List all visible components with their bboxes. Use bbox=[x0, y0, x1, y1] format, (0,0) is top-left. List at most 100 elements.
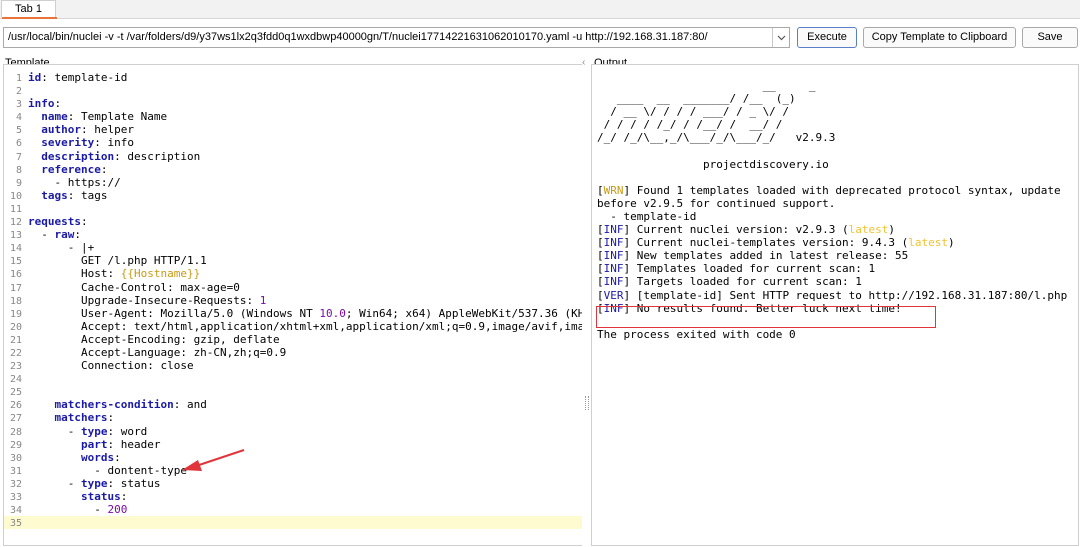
code-line[interactable]: 28 - type: word bbox=[4, 425, 582, 438]
command-input[interactable]: /usr/local/bin/nuclei -v -t /var/folders… bbox=[3, 27, 790, 48]
code-line[interactable]: 35 bbox=[4, 516, 582, 530]
code-token: reference bbox=[41, 162, 101, 176]
code-line[interactable]: 8 reference: bbox=[4, 163, 582, 176]
output-token: latest bbox=[848, 223, 889, 237]
code-line[interactable]: 19 User-Agent: Mozilla/5.0 (Windows NT 1… bbox=[4, 307, 582, 320]
code-line[interactable]: 18 Upgrade-Insecure-Requests: 1 bbox=[4, 294, 582, 307]
code-line[interactable]: 11 bbox=[4, 202, 582, 215]
code-line[interactable]: 23 Connection: close bbox=[4, 359, 582, 372]
code-line[interactable]: 21 Accept-Encoding: gzip, deflate bbox=[4, 333, 582, 346]
code-line[interactable]: 17 Cache-Control: max-age=0 bbox=[4, 281, 582, 294]
code-line[interactable]: 16 Host: {{Hostname}} bbox=[4, 267, 582, 280]
code-line[interactable]: 12 requests: bbox=[4, 215, 582, 228]
code-line[interactable]: 13 - raw: bbox=[4, 228, 582, 241]
code-line[interactable]: 14 - |+ bbox=[4, 241, 582, 254]
output-panel: __ _ ____ __ _______/ /__ (_) / __ \/ / … bbox=[591, 64, 1079, 546]
output-line: [INF] Templates loaded for current scan:… bbox=[597, 262, 1075, 275]
code-token: : bbox=[74, 228, 81, 242]
output-line: / / / / /_/ / /__/ / __/ / bbox=[597, 118, 1075, 131]
output-token: ) bbox=[888, 223, 896, 237]
output-line: [INF] Current nuclei-templates version: … bbox=[597, 236, 1075, 249]
command-history-dropdown[interactable] bbox=[772, 28, 789, 47]
code-line[interactable]: 26 matchers-condition: and bbox=[4, 398, 582, 411]
template-editor[interactable]: 1 id: template-id 2 3 info: 4 name: Template … bbox=[3, 64, 582, 546]
output-token: ] Current nuclei-templates version: 9.4.… bbox=[623, 236, 909, 250]
template-code[interactable]: 1 id: template-id 2 3 info: 4 name: Template … bbox=[4, 71, 582, 530]
code-token: author bbox=[41, 123, 81, 137]
output-line: The process exited with code 0 bbox=[597, 328, 1075, 341]
code-token: type bbox=[80, 424, 108, 438]
code-line[interactable]: 15 GET /l.php HTTP/1.1 bbox=[4, 254, 582, 267]
output-line: - template-id bbox=[597, 210, 1075, 223]
code-token: - bbox=[28, 503, 108, 517]
code-token: {{Hostname}} bbox=[120, 267, 201, 281]
tab-1-label: Tab 1 bbox=[15, 3, 42, 15]
code-token: : template-id bbox=[41, 71, 128, 84]
code-token: : tags bbox=[67, 188, 108, 202]
code-line[interactable]: 7 description: description bbox=[4, 150, 582, 163]
output-token: latest bbox=[908, 236, 949, 250]
active-tab-indicator bbox=[2, 17, 57, 19]
output-line: [VER] [template-id] Sent HTTP request to… bbox=[597, 289, 1075, 302]
code-token: : helper bbox=[81, 123, 134, 137]
code-line[interactable]: 1 id: template-id bbox=[4, 71, 582, 84]
code-line[interactable]: 33 status: bbox=[4, 490, 582, 503]
code-token: Upgrade-Insecure-Requests: bbox=[28, 293, 260, 307]
code-token: words bbox=[80, 450, 115, 464]
code-token: : bbox=[107, 411, 115, 425]
save-button[interactable]: Save bbox=[1022, 27, 1078, 48]
code-line[interactable]: 2 bbox=[4, 84, 582, 97]
code-token: - bbox=[28, 476, 81, 490]
copy-template-button[interactable]: Copy Template to Clipboard bbox=[863, 27, 1016, 48]
code-token: : word bbox=[107, 424, 148, 438]
output-line: projectdiscovery.io bbox=[597, 158, 1075, 171]
code-line[interactable]: 25 bbox=[4, 385, 582, 398]
output-line: __ _ bbox=[597, 79, 1075, 92]
output-token: ] New templates added in latest release:… bbox=[623, 249, 909, 263]
output-token: before v2.9.5 for continued support. bbox=[597, 196, 836, 210]
code-token: User-Agent: Mozilla/5.0 (Windows NT bbox=[28, 306, 320, 320]
code-token: Accept-Encoding: gzip, deflate bbox=[28, 332, 280, 346]
code-line[interactable]: 3 info: bbox=[4, 97, 582, 110]
code-token: : bbox=[120, 490, 128, 503]
code-line[interactable]: 30 words: bbox=[4, 451, 582, 464]
code-line[interactable]: 31 - dontent-type bbox=[4, 464, 582, 477]
code-line[interactable]: 29 part: header bbox=[4, 438, 582, 451]
splitter-grip[interactable] bbox=[585, 396, 589, 410]
code-line[interactable]: 34 - 200 bbox=[4, 503, 582, 516]
code-line[interactable]: 5 author: helper bbox=[4, 123, 582, 136]
command-input-value[interactable]: /usr/local/bin/nuclei -v -t /var/folders… bbox=[8, 28, 770, 47]
code-token: Connection: close bbox=[28, 359, 194, 373]
code-line[interactable]: 22 Accept-Language: zh-CN,zh;q=0.9 bbox=[4, 346, 582, 359]
output-token: INF bbox=[603, 223, 624, 237]
code-token: id bbox=[28, 71, 42, 84]
code-line[interactable]: 9 - https:// bbox=[4, 176, 582, 189]
code-token: 200 bbox=[107, 503, 128, 517]
output-token: / __ \/ / / / ___/ / _ \/ / bbox=[597, 105, 790, 119]
code-token: requests bbox=[28, 215, 81, 229]
execute-button[interactable]: Execute bbox=[797, 27, 857, 48]
code-token: : and bbox=[173, 398, 207, 412]
output-line: / __ \/ / / / ___/ / _ \/ / bbox=[597, 105, 1075, 118]
code-line[interactable]: 20 Accept: text/html,application/xhtml+x… bbox=[4, 320, 582, 333]
code-line[interactable]: 4 name: Template Name bbox=[4, 110, 582, 123]
code-line[interactable]: 6 severity: info bbox=[4, 136, 582, 149]
code-line[interactable]: 10 tags: tags bbox=[4, 189, 582, 202]
code-token: Accept: text/html,application/xhtml+xml,… bbox=[28, 319, 582, 333]
code-line[interactable]: 32 - type: status bbox=[4, 477, 582, 490]
output-token: ] [template-id] Sent HTTP request to htt… bbox=[623, 288, 1068, 302]
code-token: ; Win64; x64) AppleWebKit/537.36 (KHTML,… bbox=[345, 306, 582, 320]
output-line: [INF] Targets loaded for current scan: 1 bbox=[597, 275, 1075, 288]
code-line[interactable]: 27 matchers: bbox=[4, 411, 582, 424]
tab-1[interactable]: Tab 1 bbox=[1, 0, 57, 19]
code-token: - bbox=[28, 424, 81, 438]
pane-splitter[interactable] bbox=[584, 64, 589, 546]
code-token: part bbox=[80, 437, 108, 451]
code-line[interactable]: 24 bbox=[4, 372, 582, 385]
